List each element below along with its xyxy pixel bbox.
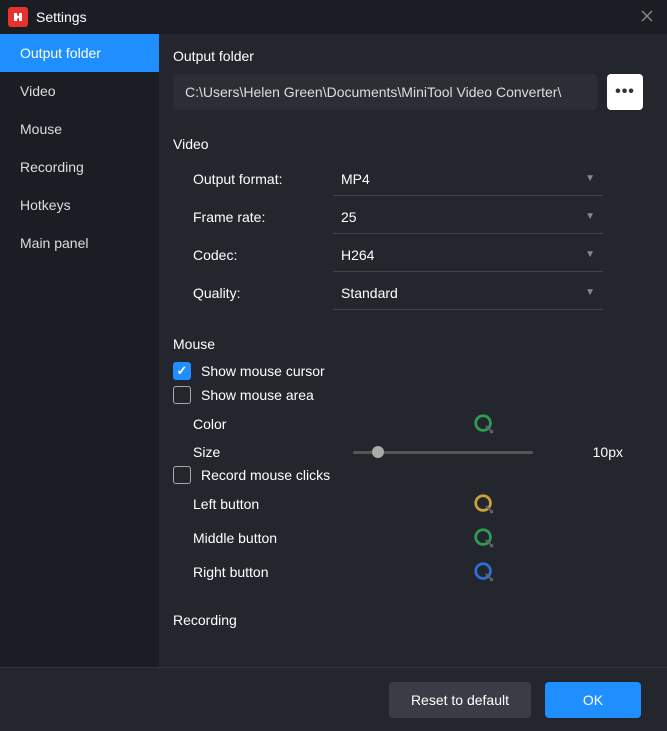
chevron-down-icon: ▼ bbox=[585, 287, 595, 298]
row-right-button: Right button bbox=[173, 558, 643, 586]
output-format-select[interactable]: MP4 ▼ bbox=[333, 162, 603, 196]
select-value: H264 bbox=[341, 247, 374, 263]
output-folder-row: C:\Users\Helen Green\Documents\MiniTool … bbox=[173, 74, 643, 110]
sidebar-item-label: Recording bbox=[20, 159, 84, 175]
chevron-down-icon: ▼ bbox=[585, 173, 595, 184]
left-button-color-picker[interactable] bbox=[473, 493, 495, 515]
show-cursor-label: Show mouse cursor bbox=[201, 363, 325, 379]
middle-button-label: Middle button bbox=[193, 530, 333, 546]
app-logo-icon bbox=[8, 7, 28, 27]
section-recording-title: Recording bbox=[173, 612, 643, 628]
row-frame-rate: Frame rate: 25 ▼ bbox=[173, 200, 643, 234]
content-scroll[interactable]: Output folder C:\Users\Helen Green\Docum… bbox=[159, 34, 667, 667]
chevron-down-icon: ▼ bbox=[585, 211, 595, 222]
footer: Reset to default OK bbox=[0, 667, 667, 731]
output-folder-path-input[interactable]: C:\Users\Helen Green\Documents\MiniTool … bbox=[173, 74, 597, 110]
close-button[interactable] bbox=[635, 6, 659, 26]
browse-folder-button[interactable]: ••• bbox=[607, 74, 643, 110]
ellipsis-icon: ••• bbox=[615, 84, 635, 100]
content-panel: Output folder C:\Users\Helen Green\Docum… bbox=[159, 34, 667, 667]
middle-button-color-picker[interactable] bbox=[473, 527, 495, 549]
size-value: 10px bbox=[593, 444, 623, 460]
cursor-ring-icon bbox=[473, 561, 495, 583]
titlebar: Settings bbox=[0, 0, 667, 34]
sidebar-item-label: Video bbox=[20, 83, 56, 99]
section-mouse-title: Mouse bbox=[173, 336, 643, 352]
row-area-size: Size 10px bbox=[173, 444, 643, 460]
frame-rate-select[interactable]: 25 ▼ bbox=[333, 200, 603, 234]
sidebar-item-recording[interactable]: Recording bbox=[0, 148, 159, 186]
row-left-button: Left button bbox=[173, 490, 643, 518]
section-video-title: Video bbox=[173, 136, 643, 152]
frame-rate-label: Frame rate: bbox=[193, 209, 333, 225]
sidebar-item-video[interactable]: Video bbox=[0, 72, 159, 110]
section-output-folder-title: Output folder bbox=[173, 48, 643, 64]
select-value: 25 bbox=[341, 209, 357, 225]
close-icon bbox=[641, 10, 653, 22]
sidebar-item-main-panel[interactable]: Main panel bbox=[0, 224, 159, 262]
right-button-color-picker[interactable] bbox=[473, 561, 495, 583]
right-button-label: Right button bbox=[193, 564, 333, 580]
output-format-label: Output format: bbox=[193, 171, 333, 187]
size-label: Size bbox=[193, 444, 333, 460]
sidebar-item-mouse[interactable]: Mouse bbox=[0, 110, 159, 148]
select-value: Standard bbox=[341, 285, 398, 301]
window-title: Settings bbox=[36, 9, 87, 25]
row-show-area: Show mouse area bbox=[173, 386, 643, 404]
reset-to-default-button[interactable]: Reset to default bbox=[389, 682, 531, 718]
button-label: Reset to default bbox=[411, 692, 509, 708]
show-area-label: Show mouse area bbox=[201, 387, 314, 403]
cursor-ring-icon bbox=[473, 493, 495, 515]
codec-select[interactable]: H264 ▼ bbox=[333, 238, 603, 272]
select-value: MP4 bbox=[341, 171, 370, 187]
button-label: OK bbox=[583, 692, 603, 708]
chevron-down-icon: ▼ bbox=[585, 249, 595, 260]
record-clicks-label: Record mouse clicks bbox=[201, 467, 330, 483]
ok-button[interactable]: OK bbox=[545, 682, 641, 718]
row-record-clicks: Record mouse clicks bbox=[173, 466, 643, 484]
area-color-label: Color bbox=[193, 416, 333, 432]
sidebar-item-label: Output folder bbox=[20, 45, 101, 61]
area-color-picker[interactable] bbox=[473, 413, 495, 435]
row-middle-button: Middle button bbox=[173, 524, 643, 552]
show-area-checkbox[interactable] bbox=[173, 386, 191, 404]
quality-select[interactable]: Standard ▼ bbox=[333, 276, 603, 310]
sidebar-item-output-folder[interactable]: Output folder bbox=[0, 34, 159, 72]
sidebar-item-label: Main panel bbox=[20, 235, 89, 251]
settings-window: Settings Output folder Video Mouse Recor… bbox=[0, 0, 667, 731]
sidebar: Output folder Video Mouse Recording Hotk… bbox=[0, 34, 159, 667]
quality-label: Quality: bbox=[193, 285, 333, 301]
row-quality: Quality: Standard ▼ bbox=[173, 276, 643, 310]
slider-thumb[interactable] bbox=[372, 446, 384, 458]
body: Output folder Video Mouse Recording Hotk… bbox=[0, 34, 667, 667]
show-cursor-checkbox[interactable] bbox=[173, 362, 191, 380]
sidebar-item-hotkeys[interactable]: Hotkeys bbox=[0, 186, 159, 224]
codec-label: Codec: bbox=[193, 247, 333, 263]
row-area-color: Color bbox=[173, 410, 643, 438]
record-clicks-checkbox[interactable] bbox=[173, 466, 191, 484]
cursor-ring-icon bbox=[473, 527, 495, 549]
row-show-cursor: Show mouse cursor bbox=[173, 362, 643, 380]
sidebar-item-label: Mouse bbox=[20, 121, 62, 137]
row-output-format: Output format: MP4 ▼ bbox=[173, 162, 643, 196]
sidebar-item-label: Hotkeys bbox=[20, 197, 71, 213]
size-slider[interactable] bbox=[353, 451, 533, 454]
row-codec: Codec: H264 ▼ bbox=[173, 238, 643, 272]
cursor-ring-icon bbox=[473, 413, 495, 435]
left-button-label: Left button bbox=[193, 496, 333, 512]
